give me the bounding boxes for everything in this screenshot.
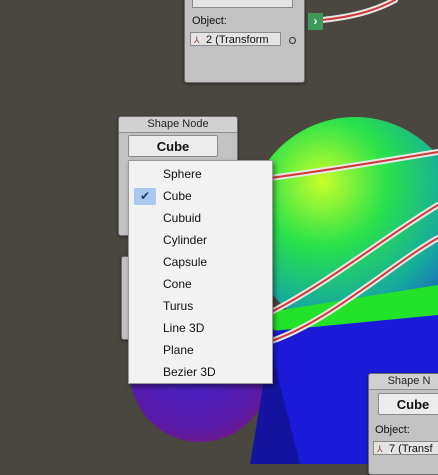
transform-icon: ⅄ <box>377 444 383 454</box>
output-port-chevron-right-icon[interactable]: › <box>308 13 323 30</box>
menu-item-line-3d[interactable]: Line 3D <box>129 317 272 339</box>
shape-select-button[interactable]: Cube <box>128 135 218 157</box>
menu-item-cubuid[interactable]: Cubuid <box>129 207 272 229</box>
menu-item-cylinder[interactable]: Cylinder <box>129 229 272 251</box>
transform-icon: ⅄ <box>194 35 200 45</box>
menu-item-cube[interactable]: ✔ Cube <box>129 185 272 207</box>
menu-item-plane[interactable]: Plane <box>129 339 272 361</box>
object-label-right: Object: <box>375 424 410 436</box>
object-field-value: 2 (Transform <box>206 34 269 46</box>
checkmark-icon: ✔ <box>134 188 156 205</box>
object-label: Object: <box>192 15 227 27</box>
shape-select-button-right[interactable]: Cube <box>378 393 438 415</box>
top-node-input-field[interactable] <box>192 0 293 8</box>
menu-item-bezier-3d[interactable]: Bezier 3D <box>129 361 272 383</box>
menu-item-cone[interactable]: Cone <box>129 273 272 295</box>
object-picker-icon[interactable] <box>289 37 296 44</box>
shape-node-title: Shape Node <box>119 117 237 133</box>
top-node[interactable]: Object: ⅄ 2 (Transform <box>184 0 305 83</box>
menu-item-sphere[interactable]: Sphere <box>129 163 272 185</box>
menu-item-turus[interactable]: Turus <box>129 295 272 317</box>
shape-dropdown-menu[interactable]: Sphere ✔ Cube Cubuid Cylinder Capsule Co… <box>128 160 273 384</box>
shape-node-right[interactable]: Shape N Cube Object: ⅄ 7 (Transf <box>368 373 438 475</box>
shape-node-right-title: Shape N <box>369 374 438 390</box>
connection-wire-top <box>319 0 398 23</box>
object-field[interactable]: ⅄ 2 (Transform <box>190 32 281 46</box>
object-field-right[interactable]: ⅄ 7 (Transf <box>373 441 438 455</box>
object-field-right-value: 7 (Transf <box>389 443 433 455</box>
menu-item-capsule[interactable]: Capsule <box>129 251 272 273</box>
